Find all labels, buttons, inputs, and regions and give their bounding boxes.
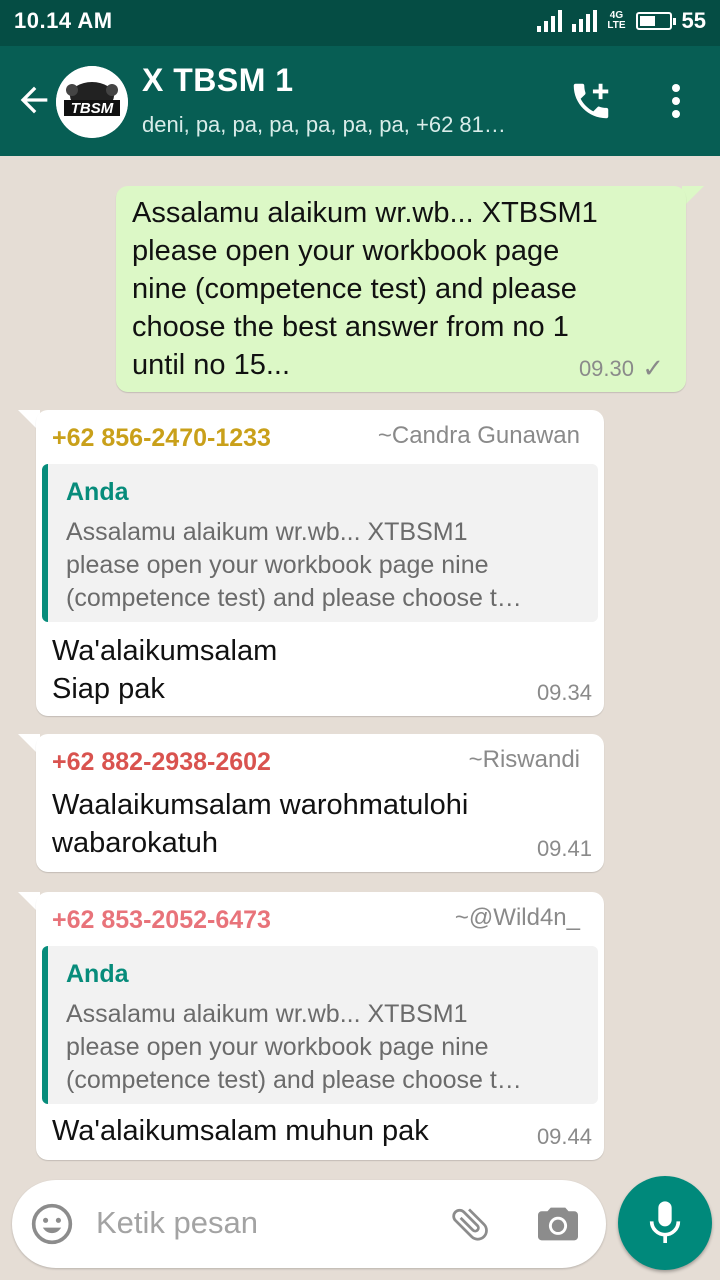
chat-header: TBSM X TBSM 1 deni, pa, pa, pa, pa, pa, … [0,46,720,156]
quote-line: (competence test) and please choose t… [66,584,522,612]
voice-record-button[interactable] [618,1176,712,1270]
message-time: 09.41 [536,836,592,861]
message-line: nine (competence test) and please [132,273,577,305]
chat-participants[interactable]: deni, pa, pa, pa, pa, pa, pa, +62 81… [142,112,506,138]
quote-line: please open your workbook page nine [66,1033,489,1061]
attach-icon[interactable] [448,1202,492,1246]
emoji-icon[interactable] [30,1202,74,1246]
sender-number[interactable]: +62 882-2938-2602 [52,748,271,777]
chat-title[interactable]: X TBSM 1 [142,62,294,99]
battery-percent: 55 [681,8,706,33]
network-type: 4G LTE [607,10,626,31]
group-avatar[interactable]: TBSM [56,66,128,138]
quote-line: Assalamu alaikum wr.wb... XTBSM1 [66,1000,468,1028]
sent-check-icon: ✓ [642,353,664,383]
message-time: 09.30 [578,356,634,381]
message-line: Waalaikumsalam warohmatulohi [52,789,469,821]
message-line: Wa'alaikumsalam muhun pak [52,1115,429,1147]
status-indicators: 4G LTE 55 [537,8,706,34]
signal-icon [537,10,563,32]
status-bar: 10.14 AM 4G LTE 55 [0,0,720,46]
incoming-message[interactable]: +62 853-2052-6473 ~@Wild4n_ Anda Assalam… [36,892,604,1160]
sender-number[interactable]: +62 856-2470-1233 [52,424,271,453]
camera-icon[interactable] [536,1204,580,1244]
message-line: please open your workbook page [132,235,560,267]
quote-line: (competence test) and please choose t… [66,1066,522,1094]
quoted-message[interactable]: Anda Assalamu alaikum wr.wb... XTBSM1 pl… [42,946,598,1104]
message-line: choose the best answer from no 1 [132,311,569,343]
mic-icon [649,1201,681,1243]
sender-alias: ~@Wild4n_ [454,904,580,931]
message-line: Siap pak [52,673,165,705]
message-list[interactable]: Assalamu alaikum wr.wb... XTBSM1 please … [0,156,720,1160]
add-call-icon[interactable] [568,78,614,124]
message-time: 09.34 [536,680,592,705]
avatar-label: TBSM [71,100,114,117]
sender-alias: ~Riswandi [468,746,580,773]
quote-author: Anda [66,478,129,506]
battery-icon [635,12,676,30]
message-composer[interactable]: Ketik pesan [12,1180,606,1268]
message-time: 09.44 [536,1124,592,1149]
quoted-message[interactable]: Anda Assalamu alaikum wr.wb... XTBSM1 pl… [42,464,598,622]
message-line: Assalamu alaikum wr.wb... XTBSM1 [132,197,598,229]
quote-author: Anda [66,960,129,988]
signal-icon-2 [572,10,598,32]
message-line: Wa'alaikumsalam [52,635,278,667]
quote-line: please open your workbook page nine [66,551,489,579]
quote-line: Assalamu alaikum wr.wb... XTBSM1 [66,518,468,546]
status-time: 10.14 AM [14,8,113,33]
more-vert-icon[interactable] [658,76,694,126]
back-arrow-icon[interactable] [14,80,54,120]
sender-alias: ~Candra Gunawan [377,422,580,449]
message-input[interactable]: Ketik pesan [96,1205,258,1241]
message-line: wabarokatuh [52,827,219,859]
outgoing-message[interactable]: Assalamu alaikum wr.wb... XTBSM1 please … [116,186,686,392]
incoming-message[interactable]: +62 856-2470-1233 ~Candra Gunawan Anda A… [36,410,604,716]
incoming-message[interactable]: +62 882-2938-2602 ~Riswandi Waalaikumsal… [36,734,604,872]
sender-number[interactable]: +62 853-2052-6473 [52,906,271,935]
